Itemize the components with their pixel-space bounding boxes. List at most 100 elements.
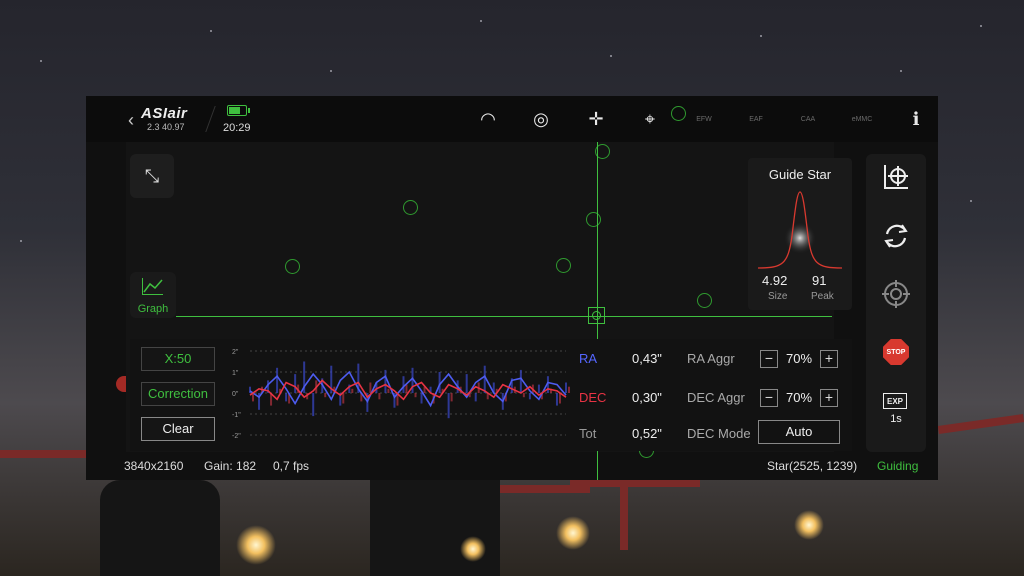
dec-mode-select[interactable]: Auto (758, 420, 840, 444)
ra-aggr-minus-button[interactable]: − (760, 350, 778, 368)
ra-correction-bar (276, 367, 279, 393)
efw-label: EFW (696, 115, 712, 123)
ra-aggr-label: RA Aggr (687, 351, 735, 366)
top-bar: ‹ ASIair 2.3 40.97 20:29 ◠ ◎ ✛ ⌖ EFW EAF CAA eM… (86, 96, 938, 142)
ra-correction-bar (537, 384, 540, 393)
star-peak-value: 91 (812, 273, 827, 288)
dec-correction-bar (369, 382, 372, 393)
stop-guiding-button[interactable]: STOP (878, 334, 914, 370)
guide-star-profile (757, 191, 843, 269)
dec-correction-bar (405, 384, 408, 393)
y-tick-label: -2" (232, 433, 241, 440)
graph-toggle-button[interactable]: Graph (130, 272, 176, 318)
back-chevron-icon[interactable]: ‹ (128, 110, 134, 131)
correction-button[interactable]: Correction (141, 382, 215, 406)
guide-target-button[interactable] (878, 276, 914, 312)
ra-correction-bar (402, 376, 405, 393)
ra-correction-bar (312, 393, 315, 417)
ra-correction-bar (420, 393, 423, 404)
y-tick-label: 1" (232, 370, 239, 377)
star-marker (285, 259, 300, 274)
caa-icon[interactable]: CAA (795, 106, 821, 132)
wifi-icon[interactable]: ◠ (475, 106, 501, 132)
graph-label: Graph (137, 303, 169, 315)
eaf-icon[interactable]: EAF (743, 106, 769, 132)
ra-correction-bar (384, 369, 387, 393)
ra-correction-bar (565, 382, 567, 393)
collapse-arrows-icon: ⤡ (144, 165, 160, 186)
dec-correction-bar (568, 386, 570, 393)
calibrate-button[interactable] (878, 218, 914, 254)
star-marker (586, 212, 601, 227)
y-tick-label: 0" (232, 391, 239, 398)
guide-graph: 2" 1" 0" -1" -2" (232, 349, 570, 440)
divider (205, 106, 216, 132)
link-icon[interactable]: ◎ (528, 106, 554, 132)
caa-label: CAA (800, 115, 816, 123)
x-scale-button[interactable]: X:50 (141, 347, 215, 371)
crosshair-horizontal (176, 316, 832, 317)
select-star-button[interactable] (878, 159, 914, 195)
exposure-value[interactable]: 1s (866, 413, 926, 425)
star-size-value: 4.92 (762, 273, 788, 288)
dec-correction-bar (450, 393, 453, 402)
stop-icon: STOP (883, 339, 909, 365)
eaf-label: EAF (749, 115, 763, 123)
dec-correction-bar (351, 388, 354, 393)
dec-label: DEC (579, 390, 607, 405)
ra-correction-bar (528, 393, 531, 400)
graph-icon (142, 278, 163, 295)
y-tick-label: -1" (232, 412, 241, 419)
guide-star-panel: Guide Star 4.92 91 Size Peak (748, 158, 852, 310)
app-logo: ASIair (141, 105, 188, 122)
ra-correction-bar (294, 374, 297, 393)
dec-mode-label: DEC Mode (687, 426, 751, 441)
dec-aggr-label: DEC Aggr (687, 390, 745, 405)
star-position-text: Star(2525, 1239) (767, 459, 858, 473)
efw-icon[interactable]: EFW (691, 106, 717, 132)
ra-label: RA (579, 351, 598, 366)
dec-aggr-plus-button[interactable]: + (820, 389, 838, 407)
battery-icon (227, 105, 250, 116)
clock-time: 20:29 (223, 122, 251, 134)
dec-correction-bar (522, 393, 525, 398)
ra-correction-bar (465, 374, 468, 393)
dec-correction-bar (414, 393, 417, 398)
star-marker (403, 200, 418, 215)
y-tick-label: 2" (232, 349, 239, 356)
gain-text: Gain: 182 (204, 459, 257, 473)
ra-correction-bar (555, 393, 558, 406)
dec-correction-bar (378, 393, 381, 400)
side-handle[interactable] (116, 376, 126, 392)
clear-button[interactable]: Clear (141, 417, 215, 441)
ra-aggr-value: 70% (786, 351, 813, 366)
battery-level-fill (229, 107, 241, 114)
right-tool-column: STOP EXP 1s (866, 154, 926, 452)
dec-correction-bar (558, 393, 561, 404)
guide-star-title: Guide Star (768, 167, 832, 182)
app-version: 2.3 40.97 (147, 122, 185, 132)
asiair-panel: ‹ ASIair 2.3 40.97 20:29 ◠ ◎ ✛ ⌖ EFW EAF CAA eM… (86, 96, 938, 480)
collapse-button[interactable]: ⤡ (130, 154, 174, 198)
crosshair-target-icon[interactable]: ✛ (583, 106, 609, 132)
emmc-icon[interactable]: eMMC (849, 106, 875, 132)
info-icon[interactable]: ℹ (903, 106, 929, 132)
star-marker (556, 258, 571, 273)
exposure-icon[interactable]: EXP (883, 393, 907, 409)
emmc-label: eMMC (851, 115, 873, 123)
tot-label: Tot (579, 426, 597, 441)
status-bar: 3840x2160 Gain: 182 0,7 fps Star(2525, 1… (86, 452, 938, 480)
telescope-icon[interactable]: ⌖ (637, 106, 663, 132)
ra-aggr-plus-button[interactable]: + (820, 350, 838, 368)
ra-correction-bar (438, 372, 441, 393)
ra-correction-bar (447, 393, 450, 419)
resolution-text: 3840x2160 (124, 459, 184, 473)
star-marker (671, 106, 686, 121)
ra-correction-bar (474, 393, 477, 402)
star-marker (697, 293, 712, 308)
dec-aggr-minus-button[interactable]: − (760, 389, 778, 407)
star-size-label: Size (768, 291, 788, 302)
ra-correction-bar (519, 369, 522, 393)
guiding-status: Guiding (877, 459, 919, 473)
dec-correction-bar (387, 388, 390, 393)
